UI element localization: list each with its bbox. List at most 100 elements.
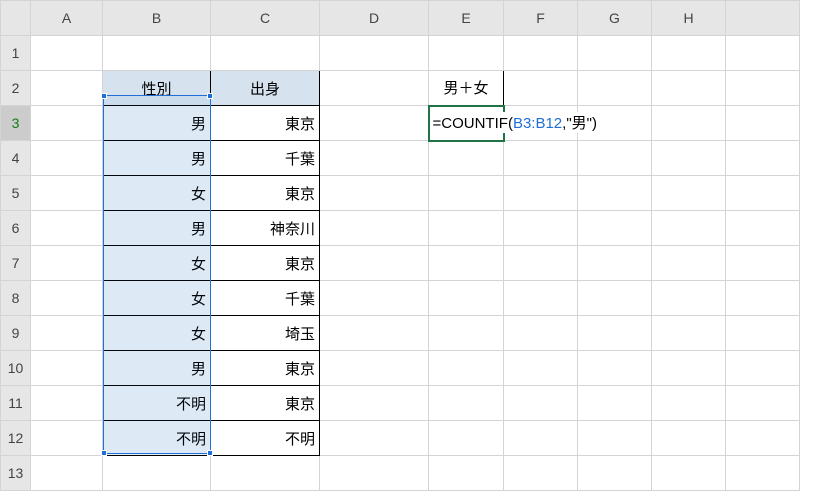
col-header-d[interactable]: D [320,1,429,36]
cell-d4[interactable] [320,141,429,176]
cell-i1[interactable] [726,36,800,71]
row-header-2[interactable]: 2 [1,71,31,106]
cell-b1[interactable] [103,36,211,71]
cell-h13[interactable] [652,456,726,491]
col-header-overflow[interactable] [726,1,800,36]
cell-b6[interactable]: 男 [103,211,211,246]
cell-c13[interactable] [211,456,320,491]
col-header-g[interactable]: G [578,1,652,36]
cell-i7[interactable] [726,246,800,281]
cell-c9[interactable]: 埼玉 [211,316,320,351]
row-header-9[interactable]: 9 [1,316,31,351]
cell-c3[interactable]: 東京 [211,106,320,141]
cell-a11[interactable] [31,386,103,421]
cell-i8[interactable] [726,281,800,316]
cell-g4[interactable] [578,141,652,176]
row-header-11[interactable]: 11 [1,386,31,421]
cell-h8[interactable] [652,281,726,316]
cell-d12[interactable] [320,421,429,456]
cell-e5[interactable] [429,176,504,211]
cell-a6[interactable] [31,211,103,246]
col-header-e[interactable]: E [429,1,504,36]
cell-i4[interactable] [726,141,800,176]
cell-h6[interactable] [652,211,726,246]
cell-i11[interactable] [726,386,800,421]
cell-b4[interactable]: 男 [103,141,211,176]
cell-i3[interactable] [726,106,800,141]
cell-e9[interactable] [429,316,504,351]
cell-h11[interactable] [652,386,726,421]
cell-i13[interactable] [726,456,800,491]
cell-d1[interactable] [320,36,429,71]
cell-e6[interactable] [429,211,504,246]
cell-b10[interactable]: 男 [103,351,211,386]
cell-e13[interactable] [429,456,504,491]
spreadsheet-grid[interactable]: A B C D E F G H 1 2 性別 出身 男＋女 3 男 東京 =CO… [0,0,800,491]
cell-c12[interactable]: 不明 [211,421,320,456]
col-header-b[interactable]: B [103,1,211,36]
col-header-c[interactable]: C [211,1,320,36]
cell-f1[interactable] [504,36,578,71]
cell-c8[interactable]: 千葉 [211,281,320,316]
cell-f8[interactable] [504,281,578,316]
row-header-4[interactable]: 4 [1,141,31,176]
cell-d5[interactable] [320,176,429,211]
cell-e12[interactable] [429,421,504,456]
cell-g5[interactable] [578,176,652,211]
cell-g8[interactable] [578,281,652,316]
cell-h2[interactable] [652,71,726,106]
row-header-12[interactable]: 12 [1,421,31,456]
cell-c1[interactable] [211,36,320,71]
cell-b13[interactable] [103,456,211,491]
row-header-1[interactable]: 1 [1,36,31,71]
cell-i10[interactable] [726,351,800,386]
cell-f13[interactable] [504,456,578,491]
cell-d6[interactable] [320,211,429,246]
cell-b3[interactable]: 男 [103,106,211,141]
cell-c10[interactable]: 東京 [211,351,320,386]
row-header-10[interactable]: 10 [1,351,31,386]
cell-f10[interactable] [504,351,578,386]
cell-f11[interactable] [504,386,578,421]
cell-a1[interactable] [31,36,103,71]
cell-c5[interactable]: 東京 [211,176,320,211]
cell-d11[interactable] [320,386,429,421]
row-header-8[interactable]: 8 [1,281,31,316]
row-header-6[interactable]: 6 [1,211,31,246]
cell-g1[interactable] [578,36,652,71]
cell-i2[interactable] [726,71,800,106]
row-header-7[interactable]: 7 [1,246,31,281]
cell-f9[interactable] [504,316,578,351]
cell-a3[interactable] [31,106,103,141]
cell-c7[interactable]: 東京 [211,246,320,281]
select-all-corner[interactable] [1,1,31,36]
header-origin[interactable]: 出身 [211,71,320,106]
cell-e8[interactable] [429,281,504,316]
cell-h1[interactable] [652,36,726,71]
cell-d2[interactable] [320,71,429,106]
cell-f2[interactable] [504,71,578,106]
cell-g13[interactable] [578,456,652,491]
cell-i9[interactable] [726,316,800,351]
cell-d7[interactable] [320,246,429,281]
cell-d3[interactable] [320,106,429,141]
cell-h3[interactable] [652,106,726,141]
cell-a5[interactable] [31,176,103,211]
cell-e4[interactable] [429,141,504,176]
cell-g7[interactable] [578,246,652,281]
cell-f6[interactable] [504,211,578,246]
cell-i6[interactable] [726,211,800,246]
cell-h4[interactable] [652,141,726,176]
cell-h10[interactable] [652,351,726,386]
cell-d8[interactable] [320,281,429,316]
cell-f12[interactable] [504,421,578,456]
row-header-5[interactable]: 5 [1,176,31,211]
cell-e7[interactable] [429,246,504,281]
cell-i5[interactable] [726,176,800,211]
cell-a7[interactable] [31,246,103,281]
cell-c6[interactable]: 神奈川 [211,211,320,246]
cell-g9[interactable] [578,316,652,351]
col-header-f[interactable]: F [504,1,578,36]
cell-d13[interactable] [320,456,429,491]
cell-g6[interactable] [578,211,652,246]
